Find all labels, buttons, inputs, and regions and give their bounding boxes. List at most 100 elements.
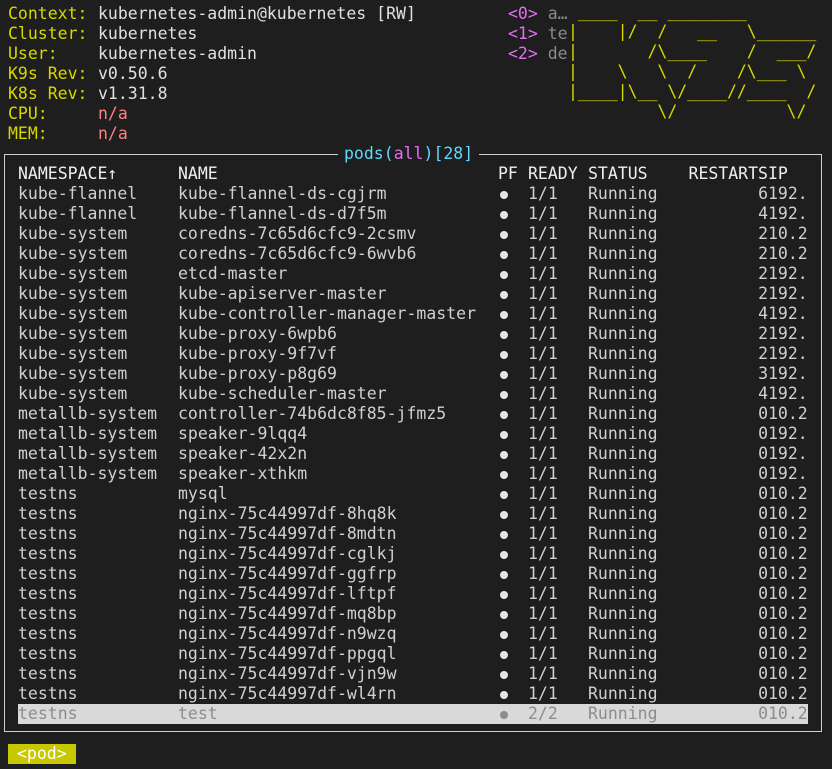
cell-name: speaker-xthkm [178,464,308,483]
table-row[interactable]: metallb-system speaker-xthkm 1/1 Running 0 19… [18,464,808,484]
cell-ip: 192. [768,464,808,483]
port-forward-dot-icon [500,270,508,279]
cell-ip: 192. [768,444,808,463]
col-header-pf[interactable]: PF [498,164,526,184]
info-cluster: Cluster: kubernetes [8,24,197,44]
cell-pf [498,184,526,204]
cell-name: nginx-75c44997df-ggfrp [178,564,397,583]
table-row[interactable]: kube-flannel kube-flannel-ds-d7f5m 1/1 Runn… [18,204,808,224]
table-row[interactable]: kube-system kube-proxy-9f7vf 1/1 Running 2 19… [18,344,808,364]
cell-pf [498,664,526,684]
cell-ip: 10.2 [768,604,808,623]
cell-name: kube-proxy-6wpb6 [178,324,337,343]
cell-restarts: 4 [758,304,768,323]
table-row[interactable]: testns nginx-75c44997df-mq8bp 1/1 Running 0 1… [18,604,808,624]
port-forward-dot-icon [500,250,508,259]
title-scope: all [393,144,424,163]
table-header: NAMESPACE↑ NAME PF READY STATUS RESTARTS… [18,164,808,184]
crumb-pod[interactable]: <pod> [8,744,76,764]
table-row[interactable]: testns nginx-75c44997df-cglkj 1/1 Running 0 1… [18,544,808,564]
table-row[interactable]: testns nginx-75c44997df-n9wzq 1/1 Running 0 1… [18,624,808,644]
cell-ready: 1/1 [528,344,558,363]
cell-restarts: 2 [758,284,768,303]
cell-pf [498,484,526,504]
port-forward-dot-icon [500,650,508,659]
table-row[interactable]: testns nginx-75c44997df-lftpf 1/1 Running 0 1… [18,584,808,604]
cell-restarts: 2 [758,224,768,243]
table-row[interactable]: kube-system kube-apiserver-master 1/1 Runni… [18,284,808,304]
cell-status: Running [588,224,658,243]
table-row[interactable]: testns nginx-75c44997df-ppgql 1/1 Running 0 1… [18,644,808,664]
table-row[interactable]: testns nginx-75c44997df-wl4rn 1/1 Running 0 1… [18,684,808,704]
cell-status: Running [588,424,658,443]
port-forward-dot-icon [500,190,508,199]
cell-status: Running [588,664,658,683]
cell-status: Running [588,684,658,703]
col-header-ip[interactable]: IP [768,164,808,184]
cell-namespace: testns [18,584,78,603]
col-header-status[interactable]: STATUS [588,164,678,184]
cell-namespace: testns [18,524,78,543]
shortcut-1[interactable]: <1> te [508,24,568,44]
cell-ip: 192. [768,364,808,383]
col-header-name[interactable]: NAME [178,164,498,184]
cell-namespace: testns [18,504,78,523]
info-k9s-rev: K9s Rev: v0.50.6 [8,64,168,84]
cell-ip: 10.2 [768,664,808,683]
table-row[interactable]: metallb-system controller-74b6dc8f85-jfmz… [18,404,808,424]
cell-pf [498,284,526,304]
table-row[interactable]: testns nginx-75c44997df-8mdtn 1/1 Running 0 1… [18,524,808,544]
cell-ready: 1/1 [528,684,558,703]
cell-ready: 1/1 [528,624,558,643]
cell-status: Running [588,524,658,543]
table-row[interactable]: metallb-system speaker-42x2n 1/1 Running 0 19… [18,444,808,464]
cell-ip: 10.2 [768,624,808,643]
table-row[interactable]: kube-system kube-proxy-6wpb6 1/1 Running 2 19… [18,324,808,344]
cell-pf [498,404,526,424]
info-label: User: [8,44,58,63]
cell-ip: 10.2 [768,584,808,603]
cell-status: Running [588,444,658,463]
table-row[interactable]: testns nginx-75c44997df-8hq8k 1/1 Running 0 1… [18,504,808,524]
cell-restarts: 2 [758,244,768,263]
col-header-restarts[interactable]: RESTARTS [678,164,768,184]
info-label: Context: [8,4,88,23]
table-row[interactable]: kube-system kube-controller-manager-maste… [18,304,808,324]
cell-name: kube-flannel-ds-cgjrm [178,184,387,203]
cell-restarts: 0 [758,584,768,603]
table-row[interactable]: testns nginx-75c44997df-ggfrp 1/1 Running 0 1… [18,564,808,584]
title-resource: pods [344,144,384,163]
cell-pf [498,304,526,324]
cell-namespace: metallb-system [18,444,158,463]
table-row[interactable]: kube-system coredns-7c65d6cfc9-6wvb6 1/1 Ru… [18,244,808,264]
table-row[interactable]: testns mysql 1/1 Running 0 10.2 [18,484,808,504]
info-value: kubernetes-admin@kubernetes [RW] [98,4,416,23]
cell-restarts: 0 [758,444,768,463]
cell-restarts: 0 [758,524,768,543]
table-row[interactable]: kube-system kube-scheduler-master 1/1 Runni… [18,384,808,404]
cell-name: nginx-75c44997df-8mdtn [178,524,397,543]
table-row[interactable]: metallb-system speaker-9lqq4 1/1 Running 0 19… [18,424,808,444]
shortcut-2[interactable]: <2> de [508,44,568,64]
cell-pf [498,624,526,644]
table-row[interactable]: kube-flannel kube-flannel-ds-cgjrm 1/1 Runn… [18,184,808,204]
cell-ready: 1/1 [528,444,558,463]
table-row[interactable]: testns nginx-75c44997df-vjn9w 1/1 Running 0 1… [18,664,808,684]
port-forward-dot-icon [500,510,508,519]
shortcut-0[interactable]: <0> a… [508,4,568,24]
info-label: MEM: [8,124,48,143]
cell-ip: 10.2 [768,484,808,503]
table-row[interactable]: kube-system kube-proxy-p8g69 1/1 Running 3 19… [18,364,808,384]
table-row-selected[interactable]: testns test 2/2 Running 0 10.2 [18,704,808,724]
cell-restarts: 0 [758,684,768,703]
cell-status: Running [588,584,658,603]
cell-ready: 2/2 [528,704,558,723]
col-header-ready[interactable]: READY [528,164,586,184]
cell-status: Running [588,484,658,503]
table-row[interactable]: kube-system etcd-master 1/1 Running 2 192. [18,264,808,284]
table-row[interactable]: kube-system coredns-7c65d6cfc9-2csmv 1/1 Ru… [18,224,808,244]
cell-pf [498,204,526,224]
col-header-namespace[interactable]: NAMESPACE↑ [18,164,176,184]
cell-namespace: testns [18,484,78,503]
cell-restarts: 2 [758,264,768,283]
